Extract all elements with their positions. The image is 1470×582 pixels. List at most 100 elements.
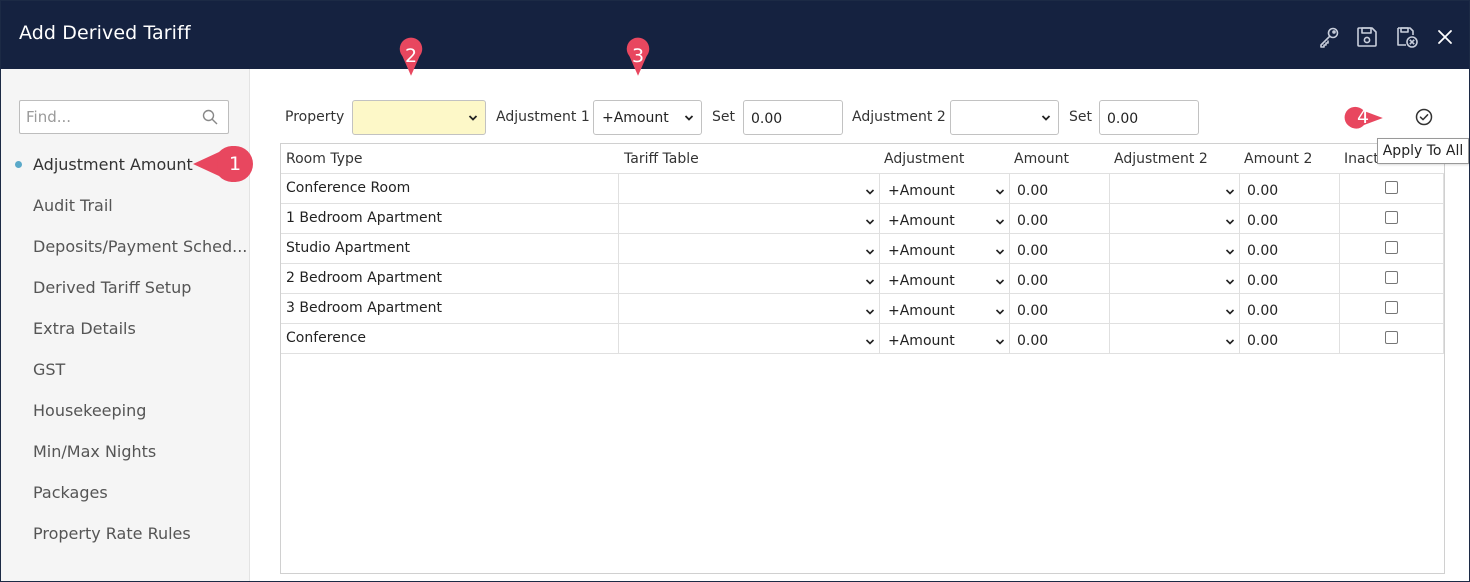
- search-icon[interactable]: [202, 109, 218, 125]
- amount-input[interactable]: 0.00: [1009, 174, 1109, 204]
- adjustment-select[interactable]: +Amount: [879, 174, 1009, 204]
- adjustment-select[interactable]: +Amount: [879, 324, 1009, 354]
- set1-label: Set: [712, 109, 735, 125]
- chevron-down-icon: [995, 279, 1005, 285]
- chevron-down-icon: [1225, 219, 1235, 225]
- sidebar-item-housekeeping[interactable]: Housekeeping: [1, 390, 250, 431]
- inactive-checkbox[interactable]: [1385, 241, 1398, 254]
- adjustment-value: +Amount: [888, 273, 955, 289]
- key-icon[interactable]: [1317, 25, 1341, 49]
- tariff-table-select[interactable]: [618, 174, 879, 204]
- adjustment-value: +Amount: [888, 333, 955, 349]
- adjustment2-select[interactable]: [1109, 174, 1239, 204]
- adjustment1-select[interactable]: +Amount: [593, 100, 702, 135]
- adjustment2-label: Adjustment 2: [852, 109, 946, 125]
- save-icon[interactable]: [1355, 25, 1379, 49]
- column-header-adjustment-2[interactable]: Adjustment 2: [1114, 151, 1208, 167]
- adjustment2-select[interactable]: [1109, 324, 1239, 354]
- tariff-table-select[interactable]: [618, 234, 879, 264]
- inactive-checkbox[interactable]: [1385, 211, 1398, 224]
- tariff-table-select[interactable]: [618, 324, 879, 354]
- inactive-checkbox[interactable]: [1385, 181, 1398, 194]
- set2-value: 0.00: [1107, 111, 1139, 127]
- amount2-input[interactable]: 0.00: [1239, 324, 1339, 354]
- adjustment2-select[interactable]: [950, 100, 1059, 135]
- chevron-down-icon: [995, 219, 1005, 225]
- column-header-amount-2[interactable]: Amount 2: [1244, 151, 1312, 167]
- amount-input[interactable]: 0.00: [1009, 264, 1109, 294]
- adjustment-select[interactable]: +Amount: [879, 264, 1009, 294]
- room-type-cell: Conference: [286, 330, 367, 346]
- sidebar-item-deposits-payment-schedule[interactable]: Deposits/Payment Sched...: [1, 226, 250, 267]
- amount-value: 0.00: [1017, 333, 1049, 349]
- sidebar-item-extra-details[interactable]: Extra Details: [1, 308, 250, 349]
- adjustment2-select[interactable]: [1109, 294, 1239, 324]
- amount-input[interactable]: 0.00: [1009, 234, 1109, 264]
- adjustment2-select[interactable]: [1109, 204, 1239, 234]
- amount2-input[interactable]: 0.00: [1239, 294, 1339, 324]
- sidebar-item-property-rate-rules[interactable]: Property Rate Rules: [1, 513, 250, 554]
- column-header-room-type[interactable]: Room Type: [286, 151, 362, 167]
- inactive-checkbox[interactable]: [1385, 301, 1398, 314]
- column-header-adjustment[interactable]: Adjustment: [884, 151, 964, 167]
- amount-input[interactable]: 0.00: [1009, 204, 1109, 234]
- adjustment1-label: Adjustment 1: [496, 109, 590, 125]
- tariff-table-select[interactable]: [618, 264, 879, 294]
- amount-input[interactable]: 0.00: [1009, 324, 1109, 354]
- inactive-cell: [1339, 324, 1444, 354]
- table-row: 1 Bedroom Apartment +Amount 0.00 0.00: [281, 204, 1444, 234]
- sidebar-item-min-max-nights[interactable]: Min/Max Nights: [1, 431, 250, 472]
- set1-value: 0.00: [751, 111, 783, 127]
- adjustment2-select[interactable]: [1109, 264, 1239, 294]
- amount2-input[interactable]: 0.00: [1239, 174, 1339, 204]
- adjustment-select[interactable]: +Amount: [879, 294, 1009, 324]
- amount2-value: 0.00: [1247, 273, 1279, 289]
- amount2-input[interactable]: 0.00: [1239, 264, 1339, 294]
- column-header-inactive[interactable]: Inact: [1344, 151, 1379, 167]
- dialog-window: Add Derived Tariff Find... Adjustment Am…: [0, 0, 1470, 582]
- set1-input[interactable]: 0.00: [743, 100, 843, 135]
- property-label: Property: [285, 109, 345, 125]
- inactive-checkbox[interactable]: [1385, 331, 1398, 344]
- find-input[interactable]: [26, 107, 196, 127]
- sidebar-item-derived-tariff-setup[interactable]: Derived Tariff Setup: [1, 267, 250, 308]
- callout-marker-2: 2: [391, 37, 431, 101]
- sidebar-item-label: Deposits/Payment Sched...: [33, 237, 248, 256]
- chevron-down-icon: [865, 189, 875, 195]
- grid-header-row: Room Type Tariff Table Adjustment Amount…: [281, 144, 1444, 174]
- property-select[interactable]: [352, 100, 486, 135]
- adjustment-select[interactable]: +Amount: [879, 204, 1009, 234]
- save-close-icon[interactable]: [1395, 25, 1419, 49]
- tariff-table-select[interactable]: [618, 294, 879, 324]
- chevron-down-icon: [995, 339, 1005, 345]
- chevron-down-icon: [1041, 115, 1051, 121]
- sidebar-item-label: Extra Details: [33, 319, 136, 338]
- sidebar-item-label: Audit Trail: [33, 196, 113, 215]
- amount-input[interactable]: 0.00: [1009, 294, 1109, 324]
- chevron-down-icon: [1225, 309, 1235, 315]
- adjustment-value: +Amount: [888, 303, 955, 319]
- column-header-tariff-table[interactable]: Tariff Table: [624, 151, 699, 167]
- adjustment2-select[interactable]: [1109, 234, 1239, 264]
- amount2-input[interactable]: 0.00: [1239, 204, 1339, 234]
- amount2-value: 0.00: [1247, 183, 1279, 199]
- set2-input[interactable]: 0.00: [1099, 100, 1199, 135]
- adjustment-value: +Amount: [888, 243, 955, 259]
- amount-value: 0.00: [1017, 183, 1049, 199]
- close-icon[interactable]: [1433, 25, 1457, 49]
- apply-to-all-check-icon[interactable]: [1414, 107, 1434, 127]
- amount-value: 0.00: [1017, 273, 1049, 289]
- amount2-input[interactable]: 0.00: [1239, 234, 1339, 264]
- find-field[interactable]: [19, 100, 229, 134]
- table-row: 2 Bedroom Apartment +Amount 0.00 0.00: [281, 264, 1444, 294]
- column-header-amount[interactable]: Amount: [1014, 151, 1069, 167]
- sidebar-item-label: Packages: [33, 483, 108, 502]
- chevron-down-icon: [1225, 189, 1235, 195]
- sidebar-item-gst[interactable]: GST: [1, 349, 250, 390]
- adjustment-select[interactable]: +Amount: [879, 234, 1009, 264]
- sidebar-item-audit-trail[interactable]: Audit Trail: [1, 185, 250, 226]
- chevron-down-icon: [865, 339, 875, 345]
- inactive-checkbox[interactable]: [1385, 271, 1398, 284]
- sidebar-item-packages[interactable]: Packages: [1, 472, 250, 513]
- tariff-table-select[interactable]: [618, 204, 879, 234]
